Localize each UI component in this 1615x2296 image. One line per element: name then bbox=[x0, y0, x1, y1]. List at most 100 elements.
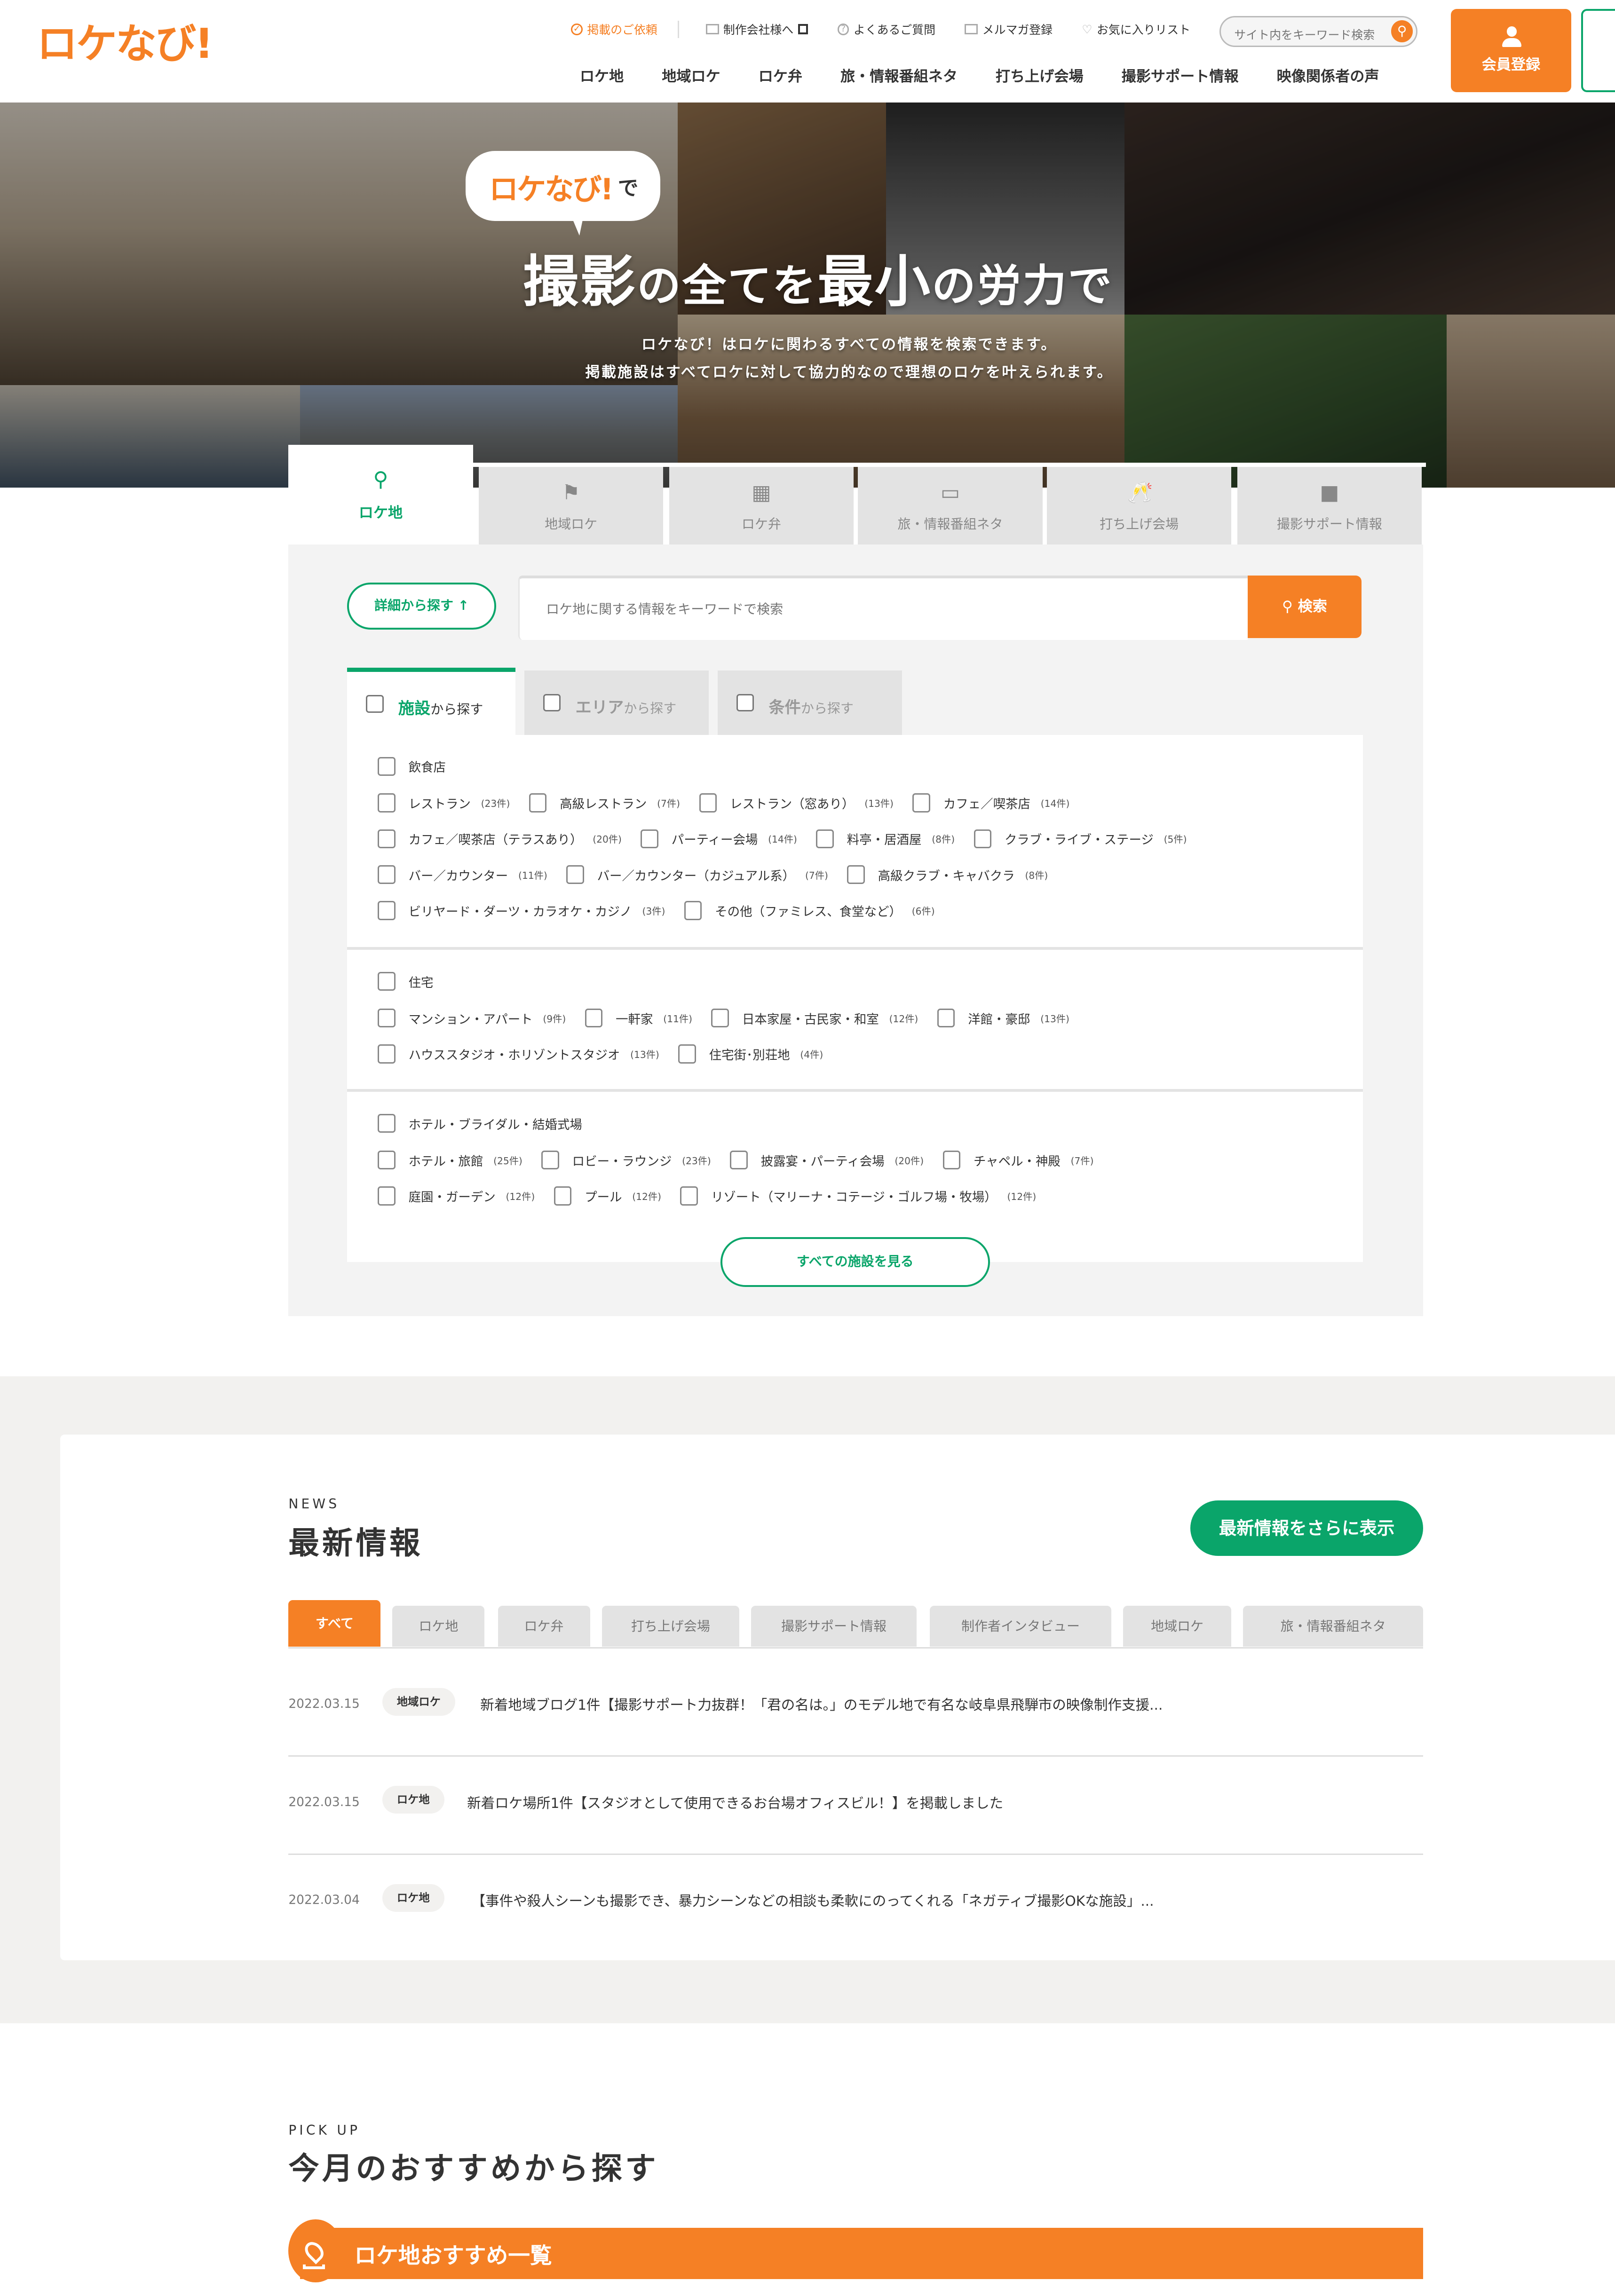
filter-checkbox[interactable]: バー／カウンター (11件) bbox=[378, 865, 547, 884]
cheers-icon: 🥂 bbox=[1127, 481, 1153, 505]
news-eyebrow: NEWS bbox=[288, 1496, 340, 1512]
news-tab-bento[interactable]: ロケ弁 bbox=[498, 1606, 590, 1647]
news-tab-interview[interactable]: 制作者インタビュー bbox=[929, 1606, 1111, 1647]
site-header: ロケなび! ✓ 掲載のご依頼 制作会社様へ ? よくあるご質問 メルマガ登録 ♡… bbox=[0, 0, 1615, 103]
filter-checkbox[interactable]: ロビー・ラウンジ (23件) bbox=[541, 1150, 711, 1170]
filter-checkbox[interactable]: プール (12件) bbox=[554, 1186, 661, 1206]
nav-item-regional[interactable]: 地域ロケ bbox=[662, 64, 720, 86]
filter-checkbox[interactable]: 高級レストラン (7件) bbox=[529, 793, 680, 813]
hero-subtitle: ロケなび！はロケに関わるすべての情報を検索できます。 掲載施設はすべてロケに対し… bbox=[585, 336, 1113, 381]
tab-regional[interactable]: ⚑ 地域ロケ bbox=[479, 467, 664, 546]
subtab-conditions[interactable]: 条件から探す bbox=[717, 670, 902, 735]
filter-checkbox[interactable]: マンション・アパート (9件) bbox=[378, 1008, 566, 1028]
checkbox-icon bbox=[378, 865, 396, 884]
external-link-icon bbox=[798, 24, 808, 35]
filter-group-checkbox[interactable]: 飲食店 bbox=[378, 757, 446, 776]
filter-checkbox[interactable]: リゾート（マリーナ・コテージ・ゴルフ場・牧場） (12件) bbox=[680, 1186, 1037, 1206]
nav-item-party-venue[interactable]: 打ち上げ会場 bbox=[996, 64, 1084, 86]
filter-checkbox[interactable]: チャペル・神殿 (7件) bbox=[942, 1150, 1094, 1170]
filter-checkbox[interactable]: レストラン（窓あり） (13件) bbox=[699, 793, 894, 813]
site-search-input[interactable] bbox=[1221, 21, 1382, 49]
filter-checkbox[interactable]: ビリヤード・ダーツ・カラオケ・カジノ (3件) bbox=[378, 901, 665, 920]
recommended-locations-bar[interactable]: ロケ地おすすめ一覧 bbox=[288, 2219, 1424, 2282]
detail-search-button[interactable]: 詳細から探す ↑ bbox=[347, 583, 497, 630]
filter-checkbox[interactable]: カフェ／喫茶店 (14件) bbox=[912, 793, 1069, 813]
news-item[interactable]: 2022.03.04 ロケ地 【事件や殺人シーンも撮影でき、暴力シーンなどの相談… bbox=[288, 1855, 1423, 1953]
news-tab-regional[interactable]: 地域ロケ bbox=[1123, 1606, 1232, 1647]
filter-count: (12件) bbox=[1007, 1191, 1037, 1202]
filter-checkbox[interactable]: カフェ／喫茶店（テラスあり） (20件) bbox=[378, 829, 622, 849]
filter-group-checkbox[interactable]: ホテル・ブライダル・結婚式場 bbox=[378, 1113, 582, 1133]
news-tab-location[interactable]: ロケ地 bbox=[392, 1606, 485, 1647]
filter-checkbox[interactable]: 洋館・豪邸 (13件) bbox=[937, 1008, 1069, 1028]
filter-checkbox[interactable]: 庭園・ガーデン (12件) bbox=[378, 1186, 535, 1206]
tv-icon: ▭ bbox=[940, 481, 960, 505]
checkbox-icon bbox=[974, 829, 991, 849]
tab-bento[interactable]: ▦ ロケ弁 bbox=[669, 467, 854, 546]
checkbox-icon bbox=[678, 1044, 696, 1064]
news-tab-party-venue[interactable]: 打ち上げ会場 bbox=[602, 1606, 740, 1647]
news-title-link[interactable]: 【事件や殺人シーンも撮影でき、暴力シーンなどの相談も柔軟にのってくれる「ネガティ… bbox=[471, 1890, 1154, 1910]
filter-checkbox[interactable]: 日本家屋・古民家・和室 (12件) bbox=[711, 1008, 918, 1028]
filter-checkbox[interactable]: レストラン (23件) bbox=[378, 793, 510, 813]
subtab-facility[interactable]: 施設から探す bbox=[347, 667, 515, 735]
filter-count: (13件) bbox=[1040, 1013, 1069, 1025]
search-icon[interactable]: ⚲ bbox=[1391, 20, 1413, 43]
view-all-facilities-button[interactable]: すべての施設を見る bbox=[720, 1237, 990, 1287]
checkbox-icon bbox=[378, 829, 396, 849]
question-circle-icon: ? bbox=[837, 23, 849, 35]
filter-checkbox[interactable]: 披露宴・パーティ会場 (20件) bbox=[730, 1150, 924, 1170]
utility-link-newsletter[interactable]: メルマガ登録 bbox=[965, 21, 1053, 38]
pickup-title: 今月のおすすめから探す bbox=[288, 2150, 659, 2186]
utility-link-listing-request[interactable]: ✓ 掲載のご依頼 bbox=[571, 21, 657, 38]
filter-checkbox[interactable]: ハウススタジオ・ホリゾントスタジオ (13件) bbox=[378, 1044, 659, 1064]
nav-item-support[interactable]: 撮影サポート情報 bbox=[1122, 64, 1239, 86]
news-date: 2022.03.04 bbox=[288, 1893, 360, 1908]
checkbox-icon bbox=[378, 901, 396, 920]
nav-item-location[interactable]: ロケ地 bbox=[580, 64, 624, 86]
keyword-input[interactable] bbox=[520, 578, 1248, 640]
login-button[interactable] bbox=[1581, 8, 1615, 93]
tab-support[interactable]: ■ 撮影サポート情報 bbox=[1237, 467, 1422, 546]
filter-checkbox[interactable]: その他（ファミレス、食堂など） (6件) bbox=[684, 901, 935, 920]
utility-link-production-companies[interactable]: 制作会社様へ bbox=[705, 21, 808, 38]
checkbox-icon bbox=[378, 1150, 396, 1170]
filter-group: 飲食店レストラン (23件) 高級レストラン (7件) レストラン（窓あり） (13件) カ… bbox=[347, 735, 1363, 947]
checkbox-icon bbox=[736, 694, 754, 712]
news-item[interactable]: 2022.03.15 ロケ地 新着ロケ場所1件【スタジオとして使用できるお台場オ… bbox=[288, 1757, 1424, 1855]
news-tab-all[interactable]: すべて bbox=[288, 1600, 381, 1647]
filter-checkbox[interactable]: 高級クラブ・キャバクラ (8件) bbox=[847, 865, 1048, 884]
filter-checkbox[interactable]: 一軒家 (11件) bbox=[585, 1008, 692, 1028]
more-news-button[interactable]: 最新情報をさらに表示 bbox=[1190, 1500, 1424, 1556]
nav-item-travel[interactable]: 旅・情報番組ネタ bbox=[840, 64, 958, 86]
filter-count: (8件) bbox=[932, 834, 955, 845]
news-tab-travel[interactable]: 旅・情報番組ネタ bbox=[1243, 1606, 1424, 1647]
filter-checkbox[interactable]: パーティー会場 (14件) bbox=[641, 829, 797, 849]
search-button[interactable]: ⚲ 検索 bbox=[1247, 575, 1362, 639]
utility-link-faq[interactable]: ? よくあるご質問 bbox=[837, 21, 935, 38]
filter-checkbox[interactable]: 住宅街･別荘地 (4件) bbox=[678, 1044, 823, 1064]
nav-item-voices[interactable]: 映像関係者の声 bbox=[1277, 64, 1379, 86]
filter-count: (23件) bbox=[682, 1155, 711, 1167]
filter-checkbox[interactable]: クラブ・ライブ・ステージ (5件) bbox=[974, 829, 1187, 849]
filter-checkbox[interactable]: ホテル・旅館 (25件) bbox=[378, 1150, 522, 1170]
checkbox-icon bbox=[711, 1008, 729, 1028]
tab-location[interactable]: ⚲ ロケ地 bbox=[288, 445, 473, 548]
tab-travel[interactable]: ▭ 旅・情報番組ネタ bbox=[858, 467, 1043, 546]
filter-checkbox[interactable]: バー／カウンター（カジュアル系） (7件) bbox=[566, 865, 828, 884]
news-tab-support[interactable]: 撮影サポート情報 bbox=[751, 1606, 917, 1647]
filter-group-checkbox[interactable]: 住宅 bbox=[378, 971, 434, 991]
site-logo[interactable]: ロケなび! bbox=[37, 20, 214, 68]
tab-party-venue[interactable]: 🥂 打ち上げ会場 bbox=[1047, 467, 1232, 546]
checkbox-icon bbox=[529, 793, 547, 813]
checkbox-icon bbox=[378, 793, 396, 813]
news-title-link[interactable]: 新着地域ブログ1件【撮影サポート力抜群！「君の名は。」のモデル地で有名な岐阜県飛… bbox=[480, 1694, 1163, 1714]
nav-item-bento[interactable]: ロケ弁 bbox=[759, 64, 802, 86]
news-item[interactable]: 2022.03.15 地域ロケ 新着地域ブログ1件【撮影サポート力抜群！「君の名… bbox=[288, 1658, 1424, 1757]
register-button[interactable]: 会員登録 bbox=[1451, 8, 1571, 93]
news-title-link[interactable]: 新着ロケ場所1件【スタジオとして使用できるお台場オフィスビル！】を掲載しました bbox=[467, 1792, 1003, 1812]
subtab-area[interactable]: エリアから探す bbox=[524, 670, 709, 735]
filter-checkbox[interactable]: 料亭・居酒屋 (8件) bbox=[816, 829, 955, 849]
utility-link-favorites[interactable]: ♡ お気に入りリスト bbox=[1082, 21, 1190, 38]
news-category-badge: ロケ地 bbox=[382, 1786, 444, 1814]
